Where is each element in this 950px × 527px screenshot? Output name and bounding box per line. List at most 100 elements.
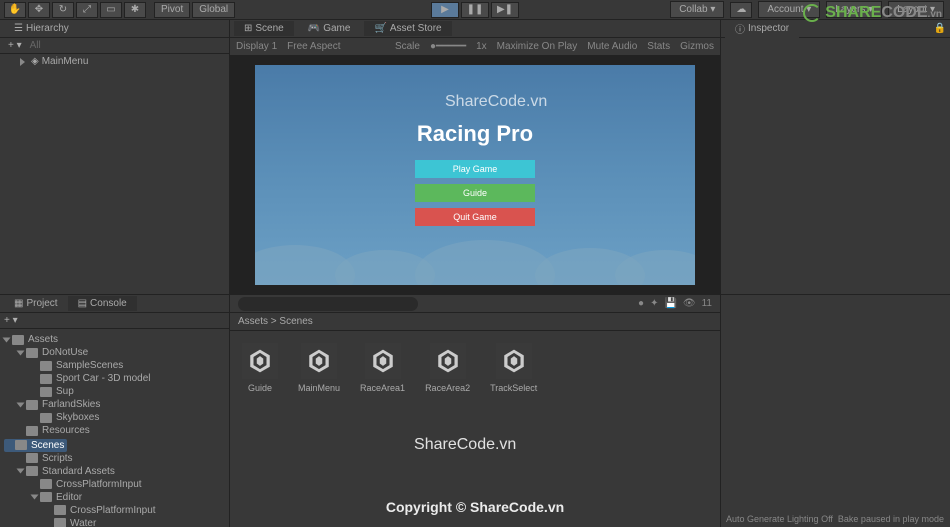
tree-item[interactable]: CrossPlatformInput: [4, 504, 225, 517]
mute-toggle[interactable]: Mute Audio: [587, 41, 637, 52]
tree-label: FarlandSkies: [42, 399, 100, 410]
unity-scene-icon: [370, 348, 396, 374]
pivot-label: Pivot: [161, 4, 183, 15]
expand-icon: [31, 495, 39, 500]
account-dropdown[interactable]: Account ▾: [758, 1, 820, 18]
tree-item[interactable]: SampleScenes: [4, 359, 225, 372]
main-toolbar: ✋ ✥ ↻ ⤢ ▭ ✱ Pivot Global ▶ ❚❚ ▶❚ Collab …: [0, 0, 950, 20]
maximize-toggle[interactable]: Maximize On Play: [497, 41, 578, 52]
layout-dropdown[interactable]: Layout ▾: [888, 1, 944, 18]
unity-scene-icon: [435, 348, 461, 374]
tree-item[interactable]: Assets: [4, 333, 225, 346]
asset-icon: [496, 343, 532, 379]
asset-store-tab[interactable]: 🛒 Asset Store: [364, 21, 451, 36]
project-panel: ▦ Project ▤ Console + ▾ AssetsDoNotUseSa…: [0, 295, 230, 527]
tree-item[interactable]: Skyboxes: [4, 411, 225, 424]
folder-icon: [54, 505, 66, 515]
hidden-count: 11: [702, 298, 712, 309]
folder-icon: [26, 400, 38, 410]
game-tab[interactable]: 🎮 Game: [298, 21, 361, 36]
inspector-lock-icon[interactable]: 🔒: [934, 23, 946, 34]
asset-item[interactable]: Guide: [242, 343, 278, 393]
bake-status: Bake paused in play mode: [838, 514, 944, 524]
asset-item[interactable]: RaceArea1: [360, 343, 405, 393]
project-search[interactable]: [238, 297, 418, 311]
aspect-dropdown[interactable]: Free Aspect: [287, 41, 340, 52]
tree-item[interactable]: Water: [4, 517, 225, 527]
quit-game-button[interactable]: Quit Game: [415, 208, 535, 226]
folder-icon: [40, 413, 52, 423]
stats-toggle[interactable]: Stats: [647, 41, 670, 52]
asset-item[interactable]: MainMenu: [298, 343, 340, 393]
expand-icon: [17, 469, 25, 474]
global-toggle[interactable]: Global: [192, 2, 235, 18]
filter-icon[interactable]: ●: [638, 298, 644, 309]
cloud-icon[interactable]: ☁: [730, 2, 752, 18]
display-dropdown[interactable]: Display 1: [236, 41, 277, 52]
tree-label: Sport Car - 3D model: [56, 373, 150, 384]
breadcrumb[interactable]: Assets > Scenes: [230, 313, 720, 331]
console-tab[interactable]: ▤ Console: [68, 296, 137, 311]
asset-label: RaceArea2: [425, 383, 470, 393]
folder-icon: [26, 348, 38, 358]
asset-label: Guide: [248, 383, 272, 393]
asset-icon: [430, 343, 466, 379]
tree-item[interactable]: CrossPlatformInput: [4, 478, 225, 491]
play-game-button[interactable]: Play Game: [415, 160, 535, 178]
expand-icon: [3, 337, 11, 342]
inspector-bottom: [720, 295, 950, 527]
lighting-status: Auto Generate Lighting Off: [726, 514, 833, 524]
rotate-tool[interactable]: ↻: [52, 2, 74, 18]
hand-tool[interactable]: ✋: [4, 2, 26, 18]
play-button[interactable]: ▶: [431, 2, 459, 18]
hierarchy-panel: ☰ Hierarchy + ▾ All ◈ MainMenu: [0, 20, 230, 294]
scale-slider[interactable]: ●━━━━━: [430, 41, 466, 52]
tree-label: Resources: [42, 425, 90, 436]
pivot-toggle[interactable]: Pivot: [154, 2, 190, 18]
tree-item[interactable]: Sport Car - 3D model: [4, 372, 225, 385]
tree-item[interactable]: FarlandSkies: [4, 398, 225, 411]
rect-tool[interactable]: ▭: [100, 2, 122, 18]
tree-item[interactable]: Editor: [4, 491, 225, 504]
transform-tool[interactable]: ✱: [124, 2, 146, 18]
project-tree: AssetsDoNotUseSampleScenes Sport Car - 3D…: [0, 329, 229, 527]
save-icon[interactable]: 💾: [664, 298, 676, 309]
folder-icon: [26, 453, 38, 463]
layers-dropdown[interactable]: Layers ▾: [826, 1, 882, 18]
collab-dropdown[interactable]: Collab ▾: [670, 1, 724, 18]
create-dropdown[interactable]: + ▾: [8, 40, 22, 51]
tree-item[interactable]: Sup: [4, 385, 225, 398]
move-tool[interactable]: ✥: [28, 2, 50, 18]
tree-label: Standard Assets: [42, 466, 115, 477]
folder-icon: [40, 374, 52, 384]
tree-item[interactable]: Scripts: [4, 452, 225, 465]
hierarchy-tab[interactable]: ☰ Hierarchy: [4, 21, 79, 36]
folder-icon: [26, 426, 38, 436]
scene-tab[interactable]: ⊞ Scene: [234, 21, 294, 36]
tree-label: SampleScenes: [56, 360, 123, 371]
hidden-icon[interactable]: 👁: [683, 298, 696, 309]
gizmos-toggle[interactable]: Gizmos: [680, 41, 714, 52]
project-create[interactable]: + ▾: [4, 315, 18, 326]
play-controls: ▶ ❚❚ ▶❚: [431, 2, 519, 18]
folder-icon: [40, 492, 52, 502]
hierarchy-item[interactable]: ◈ MainMenu: [0, 54, 229, 69]
game-view: ShareCode.vn Racing Pro Play Game Guide …: [230, 56, 720, 294]
asset-item[interactable]: TrackSelect: [490, 343, 537, 393]
game-panel: ⊞ Scene 🎮 Game 🛒 Asset Store Display 1 F…: [230, 20, 720, 294]
tree-item[interactable]: DoNotUse: [4, 346, 225, 359]
filter-icon-2[interactable]: ✦: [650, 298, 658, 309]
project-tab[interactable]: ▦ Project: [4, 296, 68, 311]
pause-button[interactable]: ❚❚: [461, 2, 489, 18]
tree-item[interactable]: Resources: [4, 424, 225, 437]
tree-item[interactable]: Scenes: [4, 439, 67, 452]
guide-button[interactable]: Guide: [415, 184, 535, 202]
scale-tool[interactable]: ⤢: [76, 2, 98, 18]
step-button[interactable]: ▶❚: [491, 2, 519, 18]
assets-panel: ● ✦ 💾 👁 11 Assets > Scenes ShareCode.vn …: [230, 295, 720, 527]
asset-item[interactable]: RaceArea2: [425, 343, 470, 393]
inspector-tab[interactable]: ⓘ Inspector: [725, 19, 799, 38]
tree-item[interactable]: Standard Assets: [4, 465, 225, 478]
tree-label: Scripts: [42, 453, 73, 464]
status-bar: Auto Generate Lighting Off Bake paused i…: [720, 511, 950, 527]
